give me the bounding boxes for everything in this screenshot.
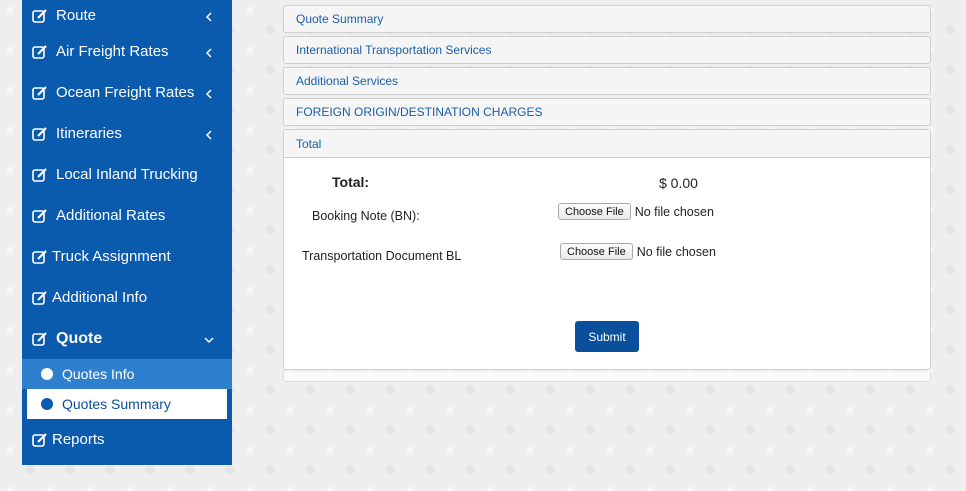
edit-icon xyxy=(32,167,48,183)
edit-icon xyxy=(32,290,48,306)
sidebar-item-local-inland-trucking[interactable]: Local Inland Trucking xyxy=(22,154,232,195)
choose-file-button[interactable]: Choose File xyxy=(560,243,633,260)
sidebar-subitem-label: Quotes Info xyxy=(62,366,135,382)
chevron-left-icon xyxy=(204,11,214,22)
panel-foreign-origin-destination-charges[interactable]: FOREIGN ORIGIN/DESTINATION CHARGES xyxy=(283,98,931,126)
edit-icon xyxy=(32,44,48,60)
edit-icon xyxy=(32,432,48,448)
bullet-icon xyxy=(41,368,53,380)
edit-icon xyxy=(32,249,48,265)
chevron-left-icon xyxy=(204,88,214,99)
chevron-left-icon xyxy=(204,47,214,58)
submit-button[interactable]: Submit xyxy=(575,321,639,352)
sidebar-item-itineraries[interactable]: Itineraries xyxy=(22,113,232,154)
panel-additional-services[interactable]: Additional Services xyxy=(283,67,931,95)
sidebar-item-quote[interactable]: Quote xyxy=(22,318,232,359)
sidebar-item-label: Itineraries xyxy=(56,125,122,142)
sidebar-item-route[interactable]: Route xyxy=(22,0,232,31)
sidebar: Route Air Freight Rates Ocean Freight Ra… xyxy=(22,0,232,465)
sidebar-item-label: Local Inland Trucking xyxy=(56,166,198,183)
transportation-document-label: Transportation Document BL xyxy=(302,249,462,263)
sidebar-item-label: Quote xyxy=(56,329,103,347)
sidebar-item-truck-assignment[interactable]: Truck Assignment xyxy=(22,236,232,277)
total-value: $ 0.00 xyxy=(659,175,698,191)
edit-icon xyxy=(32,8,48,24)
sidebar-item-label: Air Freight Rates xyxy=(56,43,169,60)
panel-footer-divider xyxy=(283,372,931,382)
panel-total: Total Total: $ 0.00 Booking Note (BN): C… xyxy=(283,129,931,370)
choose-file-button[interactable]: Choose File xyxy=(558,203,631,220)
file-status-text: No file chosen xyxy=(636,244,716,259)
total-label: Total: xyxy=(332,174,370,190)
edit-icon xyxy=(32,126,48,142)
chevron-down-icon xyxy=(204,335,214,345)
sidebar-subitem-quotes-summary[interactable]: Quotes Summary xyxy=(27,389,227,419)
edit-icon xyxy=(32,331,48,347)
chevron-left-icon xyxy=(204,129,214,140)
sidebar-item-additional-rates[interactable]: Additional Rates xyxy=(22,195,232,236)
edit-icon xyxy=(32,208,48,224)
sidebar-item-label: Reports xyxy=(52,431,105,448)
sidebar-item-ocean-freight-rates[interactable]: Ocean Freight Rates xyxy=(22,72,232,113)
sidebar-item-air-freight-rates[interactable]: Air Freight Rates xyxy=(22,31,232,72)
sidebar-item-label: Ocean Freight Rates xyxy=(56,84,195,101)
sidebar-item-additional-info[interactable]: Additional Info xyxy=(22,277,232,318)
sidebar-item-label: Additional Info xyxy=(52,289,148,306)
panel-total-body: Total: $ 0.00 Booking Note (BN): Choose … xyxy=(284,158,930,369)
file-status-text: No file chosen xyxy=(634,204,714,219)
sidebar-subitem-quotes-info[interactable]: Quotes Info xyxy=(22,359,232,389)
edit-icon xyxy=(32,85,48,101)
sidebar-item-label: Route xyxy=(56,7,97,24)
sidebar-item-label: Additional Rates xyxy=(56,207,166,224)
sidebar-item-reports[interactable]: Reports xyxy=(22,419,232,460)
sidebar-item-label: Truck Assignment xyxy=(52,248,171,265)
panel-international-transportation-services[interactable]: International Transportation Services xyxy=(283,36,931,64)
booking-note-label: Booking Note (BN): xyxy=(312,209,420,223)
panel-quote-summary[interactable]: Quote Summary xyxy=(283,5,931,33)
panel-total-header[interactable]: Total xyxy=(284,130,930,158)
bullet-icon xyxy=(41,398,53,410)
transportation-document-file-input: Choose File No file chosen xyxy=(560,243,716,260)
sidebar-subitem-label: Quotes Summary xyxy=(62,396,171,412)
booking-note-file-input: Choose File No file chosen xyxy=(558,203,714,220)
main-content: Quote Summary International Transportati… xyxy=(283,0,931,382)
